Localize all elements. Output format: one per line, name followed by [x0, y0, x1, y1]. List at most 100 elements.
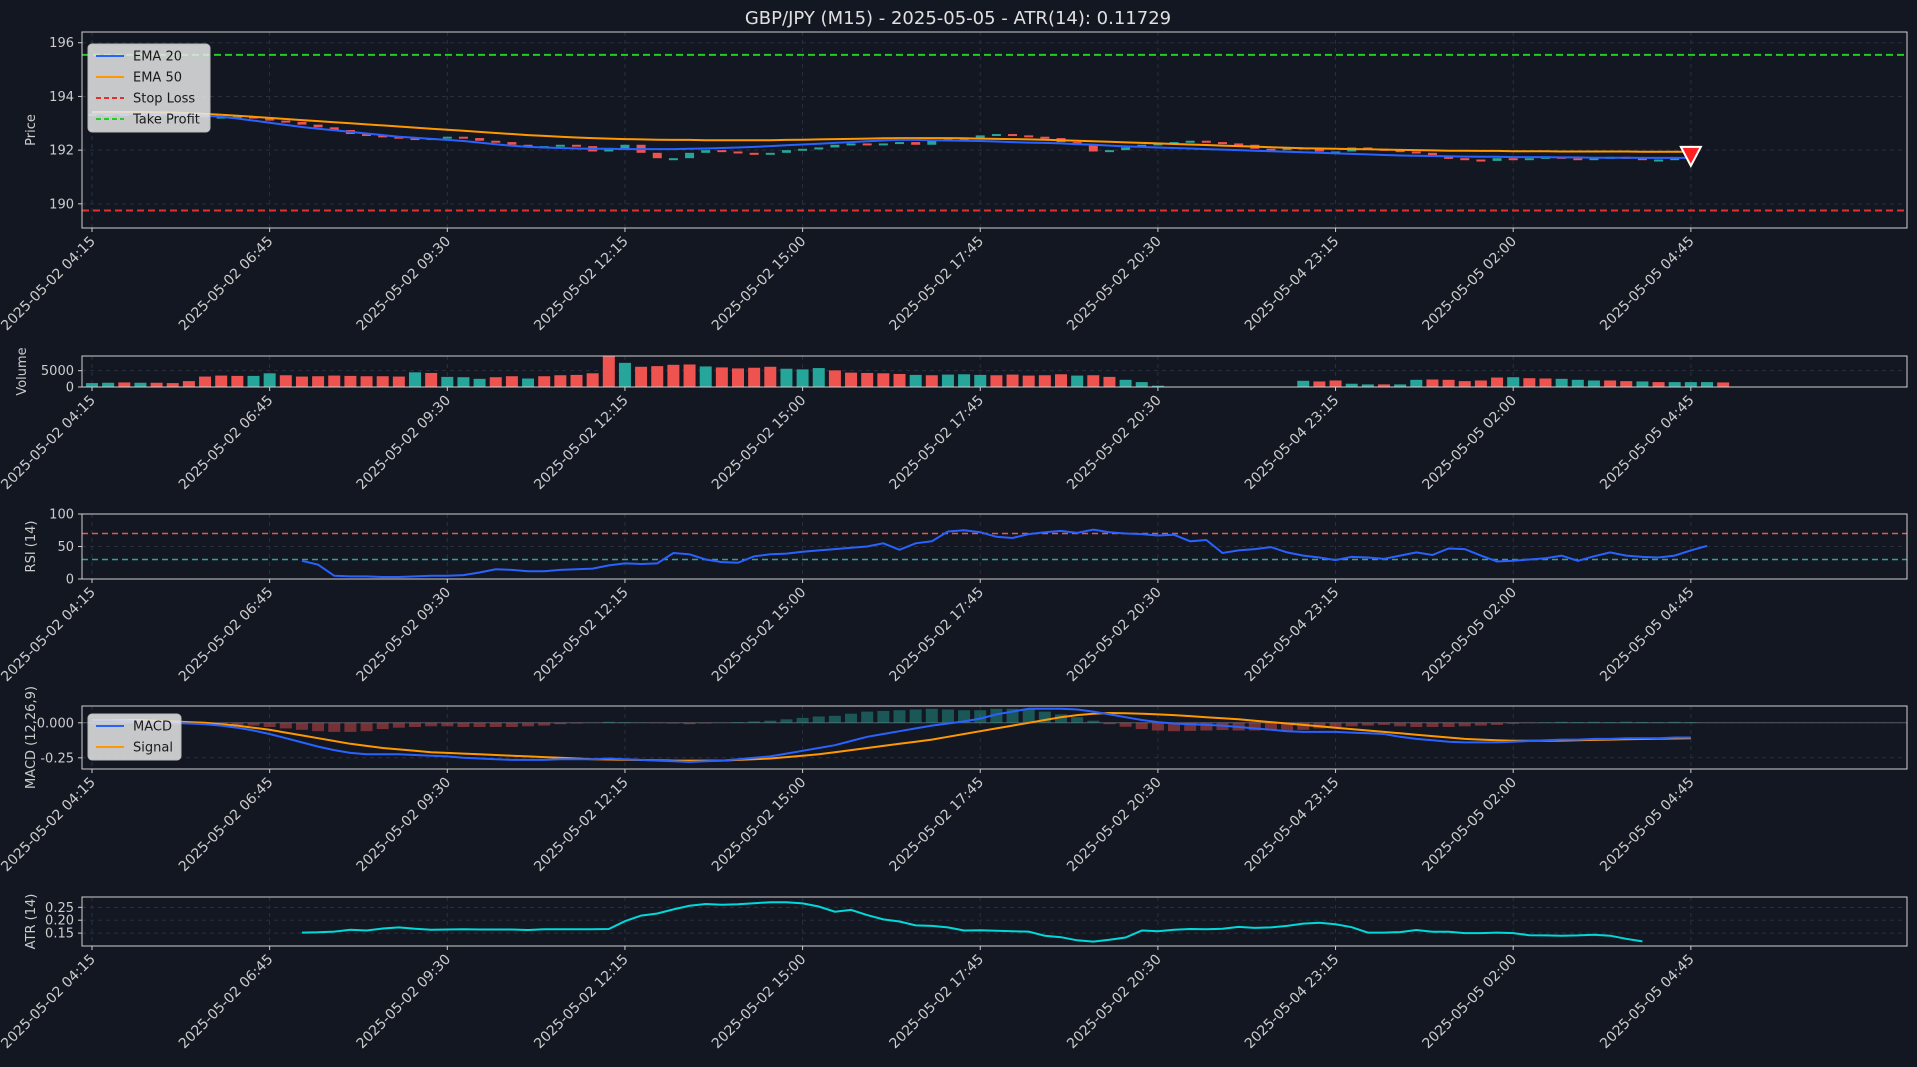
volume-bar: [894, 374, 906, 387]
volume-bar: [732, 368, 744, 387]
volume-bar: [344, 376, 356, 387]
y-tick-label: 0.000: [37, 716, 74, 731]
volume-bar: [1443, 380, 1455, 387]
legend-label: Signal: [133, 741, 173, 756]
volume-bar: [1701, 382, 1713, 387]
candle: [459, 137, 468, 139]
macd-histogram-bar: [312, 723, 324, 731]
macd-histogram-bar: [248, 723, 260, 726]
macd-histogram-bar: [894, 710, 906, 723]
macd-histogram-bar: [1572, 722, 1584, 723]
volume-bar: [151, 383, 163, 387]
candle: [1493, 158, 1502, 161]
volume-bar: [587, 373, 599, 387]
macd-histogram-bar: [1071, 717, 1083, 723]
macd-histogram-bar: [813, 717, 825, 723]
macd-histogram-bar: [538, 723, 550, 726]
chart-svg: GBP/JPY (M15) - 2025-05-05 - ATR(14): 0.…: [0, 0, 1917, 1063]
macd-histogram-bar: [457, 723, 469, 727]
volume-bar: [1459, 381, 1471, 387]
candle: [556, 145, 565, 147]
macd-histogram-bar: [780, 719, 792, 723]
volume-bar: [926, 375, 938, 387]
candle: [1525, 158, 1534, 160]
candle: [1460, 158, 1469, 160]
macd-histogram-bar: [1378, 723, 1390, 725]
volume-bar: [716, 367, 728, 387]
volume-bar: [1507, 377, 1519, 387]
volume-bar: [538, 376, 550, 387]
macd-histogram-bar: [1120, 723, 1132, 727]
candle: [1040, 137, 1049, 139]
volume-bar: [522, 379, 534, 387]
y-axis-label: RSI (14): [24, 521, 39, 573]
volume-bar: [764, 367, 776, 387]
y-axis-label: MACD (12,26,9): [24, 686, 39, 789]
macd-histogram-bar: [667, 723, 679, 724]
volume-bar: [1572, 380, 1584, 387]
candle: [281, 121, 290, 123]
candle: [1008, 134, 1017, 136]
macd-histogram-bar: [361, 723, 373, 731]
macd-histogram-bar: [1669, 722, 1681, 723]
candle: [1121, 147, 1130, 150]
candle: [847, 143, 856, 145]
macd-histogram-bar: [474, 723, 486, 727]
candle: [782, 150, 791, 153]
candle: [927, 141, 936, 145]
volume-bar: [942, 375, 954, 387]
volume-bar: [1136, 382, 1148, 387]
volume-bar: [780, 369, 792, 387]
volume-bar: [377, 376, 389, 387]
volume-bar: [1103, 377, 1115, 387]
legend-label: EMA 20: [133, 50, 182, 65]
macd-histogram-bar: [1491, 723, 1503, 725]
macd-histogram-bar: [1023, 709, 1035, 723]
volume-bar: [1588, 380, 1600, 387]
volume-bar: [974, 375, 986, 387]
candle: [314, 125, 323, 128]
macd-histogram-bar: [1346, 723, 1358, 727]
chart-title: GBP/JPY (M15) - 2025-05-05 - ATR(14): 0.…: [745, 8, 1171, 29]
macd-histogram-bar: [280, 723, 292, 729]
volume-bar: [1620, 381, 1632, 387]
candle: [1573, 158, 1582, 160]
volume-bar: [1636, 381, 1648, 387]
candle: [653, 153, 662, 158]
candle: [297, 122, 306, 125]
price-legend: EMA 20EMA 50Stop LossTake Profit: [88, 44, 210, 132]
y-tick-label: 192: [49, 144, 74, 159]
candle: [1654, 160, 1663, 162]
chart-area: GBP/JPY (M15) - 2025-05-05 - ATR(14): 0.…: [0, 0, 1917, 1063]
candle: [507, 142, 516, 145]
macd-histogram-bar: [1087, 721, 1099, 723]
volume-bar: [312, 376, 324, 387]
candle: [879, 143, 888, 145]
macd-histogram-bar: [1604, 722, 1616, 723]
y-axis-label: ATR (14): [24, 894, 39, 950]
y-tick-label: 194: [49, 90, 74, 105]
volume-bar: [183, 381, 195, 387]
macd-histogram-bar: [910, 710, 922, 723]
macd-histogram-bar: [1426, 723, 1438, 727]
volume-bar: [635, 367, 647, 387]
volume-bar: [1556, 379, 1568, 387]
volume-bar: [248, 376, 260, 387]
candle: [863, 143, 872, 145]
volume-bar: [1071, 376, 1083, 387]
macd-histogram-bar: [1394, 723, 1406, 727]
volume-bar: [1717, 382, 1729, 387]
macd-histogram-bar: [1556, 722, 1568, 723]
legend-label: Take Profit: [132, 113, 200, 128]
volume-bar: [748, 368, 760, 387]
macd-histogram-bar: [490, 723, 502, 727]
macd-histogram-bar: [264, 723, 276, 727]
macd-histogram-bar: [829, 716, 841, 723]
macd-histogram-bar: [764, 721, 776, 723]
macd-histogram-bar: [296, 723, 308, 730]
macd-histogram-bar: [942, 710, 954, 723]
y-tick-label: 190: [49, 197, 74, 212]
volume-bar: [102, 383, 114, 387]
macd-histogram-bar: [797, 718, 809, 723]
volume-bar: [619, 363, 631, 387]
